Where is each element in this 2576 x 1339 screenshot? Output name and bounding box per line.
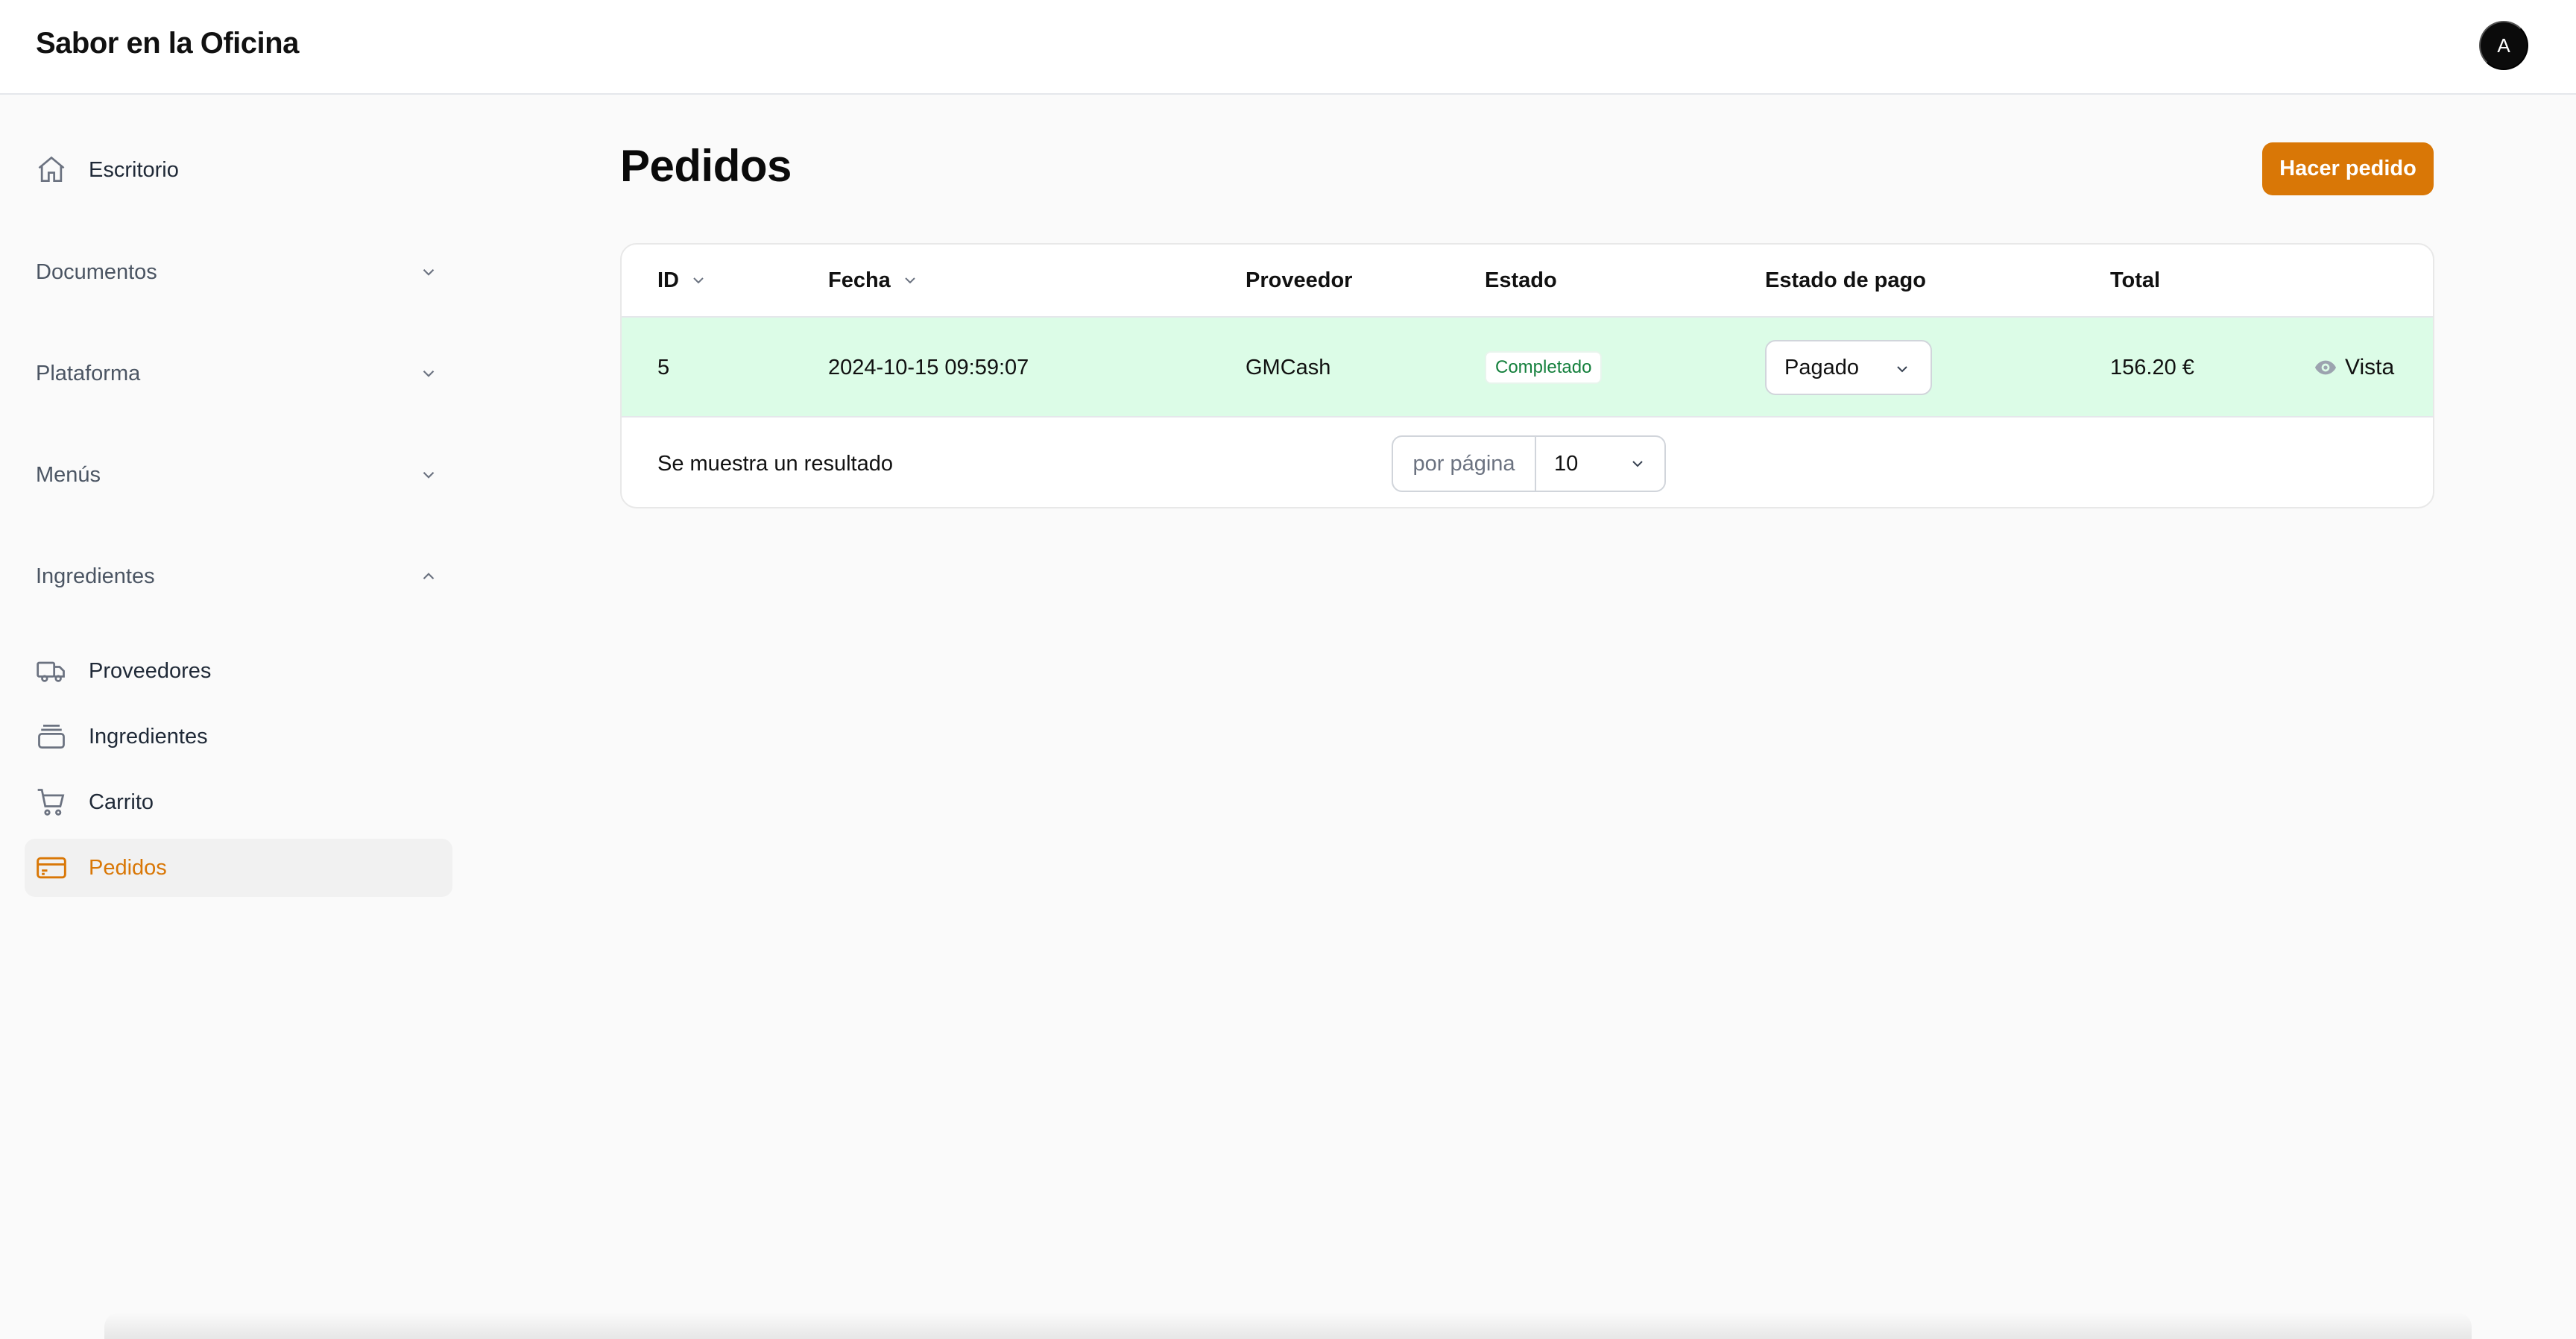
sidebar-group-label: Plataforma	[36, 361, 141, 385]
view-order-label: Vista	[2345, 355, 2395, 379]
results-count: Se muestra un resultado	[657, 451, 893, 476]
cell-proveedor: GMCash	[1246, 355, 1331, 379]
per-page-value: 10	[1554, 451, 1579, 476]
sidebar-group-plataforma[interactable]: Plataforma	[36, 351, 438, 396]
column-header-proveedor: Proveedor	[1246, 245, 1352, 316]
cell-total: 156.20 €	[2110, 355, 2194, 379]
sidebar-item-ingredientes[interactable]: Ingredientes	[25, 708, 452, 766]
sidebar-item-label: Ingredientes	[89, 724, 208, 749]
sidebar-group-label: Menús	[36, 462, 101, 487]
top-header: Sabor en la Oficina A	[0, 0, 2576, 95]
page-title: Pedidos	[620, 141, 792, 191]
sidebar-item-label: Proveedores	[89, 658, 212, 683]
column-header-label: Estado de pago	[1765, 268, 1926, 292]
sidebar-item-label: Escritorio	[89, 157, 179, 182]
sidebar-group-ingredientes[interactable]: Ingredientes	[36, 554, 438, 599]
sidebar-group-documentos[interactable]: Documentos	[36, 250, 438, 294]
shopping-cart-icon	[37, 789, 65, 816]
per-page-select[interactable]: por página 10	[1392, 435, 1666, 492]
user-avatar[interactable]: A	[2479, 21, 2528, 70]
column-header-estado-pago: Estado de pago	[1765, 245, 1926, 316]
sidebar-group-label: Ingredientes	[36, 564, 155, 588]
sidebar-item-pedidos[interactable]: Pedidos	[25, 839, 452, 897]
column-header-label: Total	[2110, 268, 2161, 292]
cell-fecha: 2024-10-15 09:59:07	[828, 355, 1029, 379]
column-header-label: Proveedor	[1246, 268, 1353, 292]
cell-id: 5	[657, 355, 670, 379]
column-header-label: Estado	[1485, 268, 1557, 292]
cell-estado: Completado	[1485, 318, 1603, 418]
sidebar-group-label: Documentos	[36, 259, 157, 284]
chevron-down-icon	[1897, 366, 1907, 373]
place-order-button[interactable]: Hacer pedido	[2262, 142, 2434, 195]
app-brand[interactable]: Sabor en la Oficina	[36, 27, 299, 60]
column-header-label: Fecha	[828, 268, 891, 292]
truck-icon	[37, 661, 65, 682]
sidebar-item-label: Carrito	[89, 790, 154, 814]
sort-chevron-down-icon	[905, 277, 915, 284]
chevron-down-icon	[423, 268, 435, 276]
sidebar-item-label: Pedidos	[89, 855, 167, 880]
table-row[interactable]: 5 2024-10-15 09:59:07 GMCash Completado …	[622, 316, 2433, 418]
chevron-down-icon	[1632, 461, 1643, 467]
payment-status-select[interactable]: Pagado	[1765, 340, 1932, 395]
view-order-link[interactable]: Vista	[2314, 318, 2394, 418]
sidebar: Escritorio Documentos Plataforma Menús I…	[0, 95, 477, 1339]
chevron-up-icon	[423, 573, 435, 580]
sidebar-item-proveedores[interactable]: Proveedores	[25, 642, 452, 700]
column-header-id[interactable]: ID	[657, 245, 707, 316]
sidebar-group-menus[interactable]: Menús	[36, 453, 438, 497]
home-icon	[38, 156, 65, 183]
sort-chevron-down-icon	[693, 277, 704, 284]
column-header-label: ID	[657, 268, 679, 292]
chevron-down-icon	[423, 370, 435, 377]
sidebar-item-carrito[interactable]: Carrito	[25, 773, 452, 831]
status-badge: Completado	[1485, 351, 1603, 384]
orders-table: ID Fecha Proveedor Estado Estado de pago…	[620, 243, 2434, 508]
payment-status-value: Pagado	[1784, 355, 1859, 379]
per-page-value-field[interactable]: 10	[1536, 437, 1664, 491]
sidebar-item-escritorio[interactable]: Escritorio	[25, 141, 452, 199]
column-header-estado: Estado	[1485, 245, 1557, 316]
credit-card-icon	[37, 857, 66, 879]
eye-icon	[2315, 360, 2336, 375]
per-page-label: por página	[1393, 437, 1536, 491]
bottom-edge-shadow	[104, 1312, 2472, 1339]
column-header-fecha[interactable]: Fecha	[828, 245, 919, 316]
archive-icon	[38, 724, 65, 749]
chevron-down-icon	[423, 471, 435, 479]
column-header-total: Total	[2110, 245, 2160, 316]
